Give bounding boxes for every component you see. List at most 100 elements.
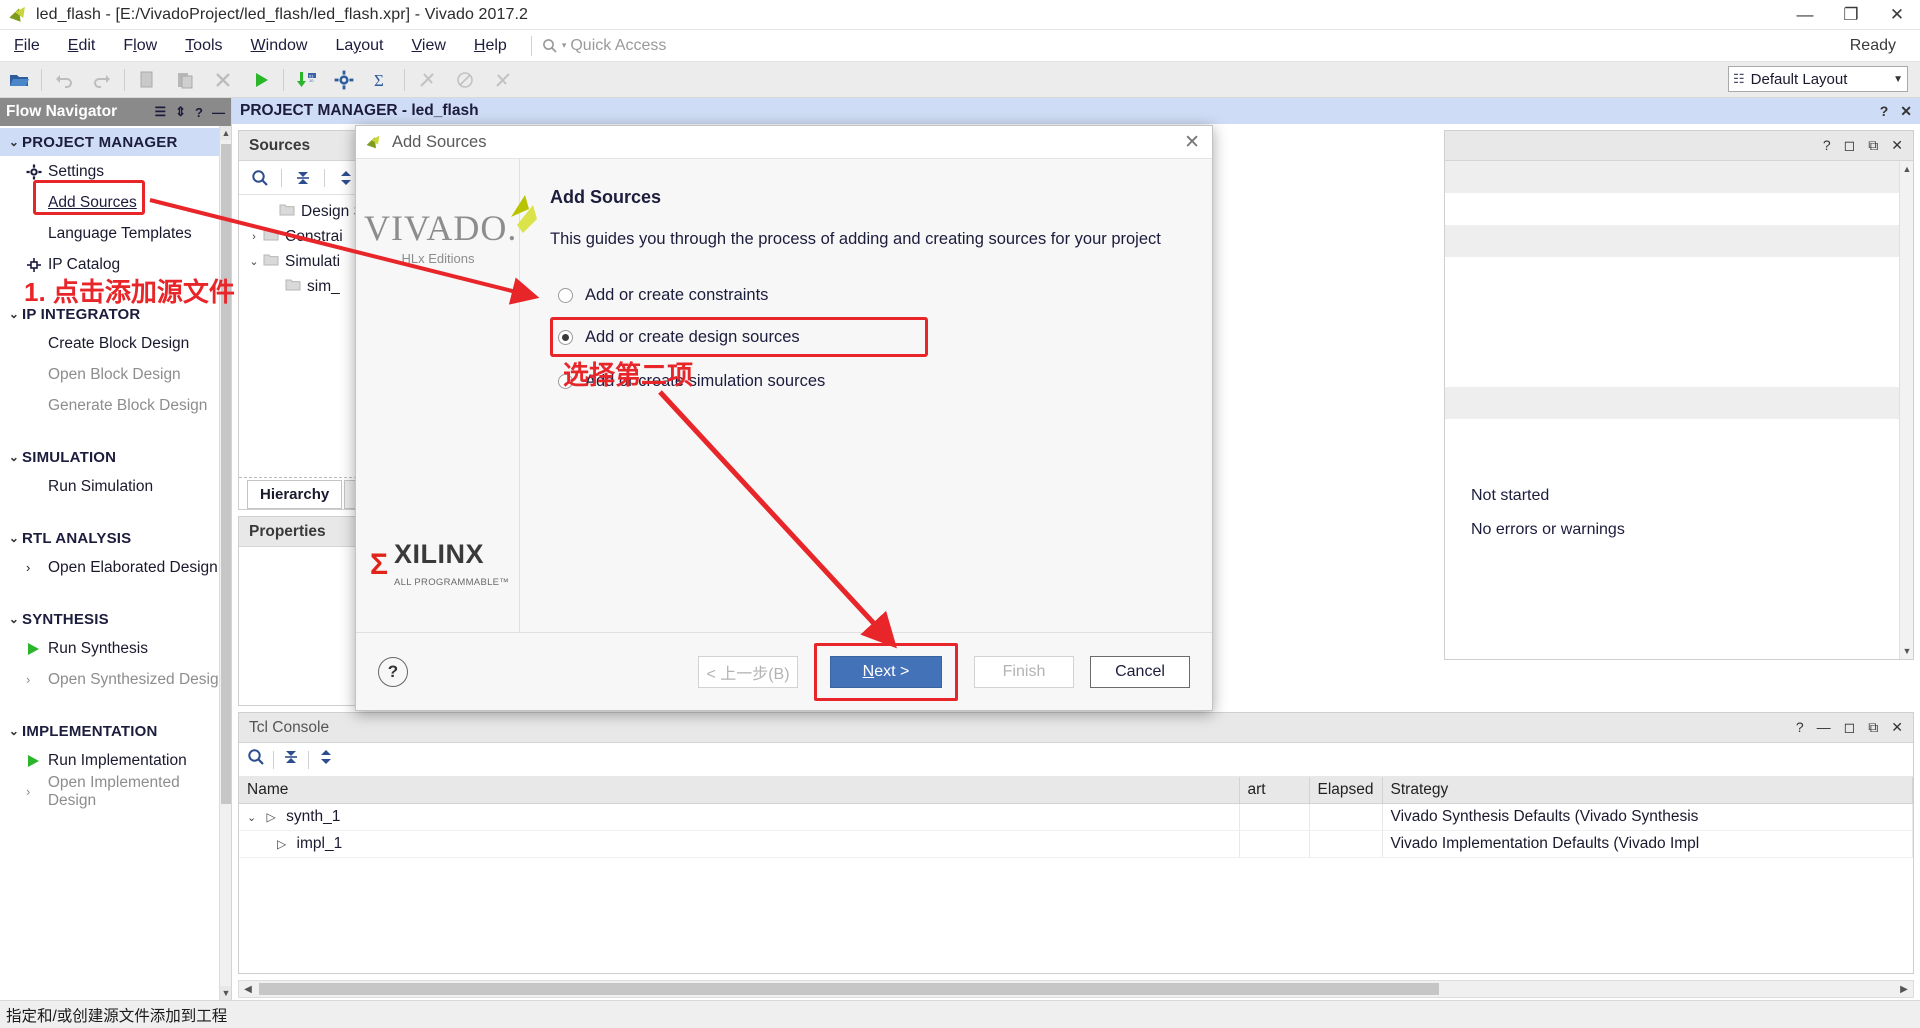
column-start[interactable]: art (1239, 777, 1310, 804)
cancel-button[interactable]: Cancel (1090, 655, 1190, 688)
scroll-down-icon[interactable]: ▼ (220, 986, 231, 1000)
settings-gear-icon[interactable] (329, 65, 359, 95)
collapse-all-icon[interactable]: ☰ (154, 104, 166, 120)
finish-button[interactable]: Finish (974, 655, 1074, 688)
expand-all-icon[interactable] (317, 748, 335, 771)
dialog-description: This guides you through the process of a… (550, 230, 1161, 248)
radio-icon[interactable] (558, 329, 573, 345)
sidebar-item-open-implemented-design[interactable]: › Open Implemented Design (0, 774, 231, 809)
sort-icon[interactable]: ⇕ (175, 104, 186, 120)
menu-help[interactable]: Help (460, 33, 521, 59)
flow-group-project-manager[interactable]: ⌄ PROJECT MANAGER (0, 128, 231, 156)
sidebar-scrollbar[interactable]: ▲ ▼ (219, 126, 231, 1000)
sidebar-item-run-implementation[interactable]: Run Implementation (0, 745, 231, 776)
sidebar-item-open-synthesized-design[interactable]: › Open Synthesized Design (0, 664, 231, 695)
flow-group-rtl-analysis[interactable]: ⌄ RTL ANALYSIS (0, 524, 231, 552)
back-button[interactable]: < 上一步(B) (698, 655, 798, 688)
menu-window[interactable]: Window (237, 33, 322, 59)
sum-report-icon[interactable]: Σ (367, 65, 397, 95)
menu-layout[interactable]: Layout (321, 33, 397, 59)
flow-group-synthesis[interactable]: ⌄ SYNTHESIS (0, 605, 231, 633)
column-elapsed[interactable]: Elapsed (1309, 777, 1383, 804)
close-icon[interactable]: ✕ (1891, 719, 1903, 736)
run-icon[interactable] (246, 65, 276, 95)
next-button[interactable]: Next > (830, 655, 942, 688)
search-icon[interactable] (247, 748, 265, 771)
column-name[interactable]: Name (239, 777, 1240, 804)
scrollbar-thumb[interactable] (221, 144, 231, 804)
undo-icon[interactable] (49, 65, 79, 95)
scroll-up-icon[interactable]: ▲ (220, 126, 231, 140)
tab-hierarchy[interactable]: Hierarchy (247, 480, 343, 509)
radio-icon[interactable] (558, 287, 573, 303)
paste-icon[interactable] (170, 65, 200, 95)
flow-group-label: RTL ANALYSIS (22, 529, 132, 547)
minimize-icon[interactable]: — (1817, 719, 1831, 736)
sidebar-item-create-block-design[interactable]: Create Block Design (0, 328, 231, 359)
scroll-left-icon[interactable]: ◀ (239, 984, 257, 995)
quick-access-box[interactable]: ▾ Quick Access (538, 37, 666, 55)
sidebar-item-run-simulation[interactable]: Run Simulation (0, 471, 231, 502)
sidebar-item-run-synthesis[interactable]: Run Synthesis (0, 633, 231, 664)
help-icon[interactable]: ? (1880, 103, 1889, 119)
menu-view[interactable]: View (398, 33, 460, 59)
open-project-icon[interactable] (4, 65, 34, 95)
next-button-highlight: Next > (814, 642, 958, 701)
table-row[interactable]: ▷ impl_1 Vivado Implementation Defaults … (239, 830, 1914, 858)
minimize-button[interactable]: — (1782, 0, 1828, 30)
flow-group-simulation[interactable]: ⌄ SIMULATION (0, 443, 231, 471)
delete-icon[interactable] (208, 65, 238, 95)
restore-icon[interactable]: ◻ (1844, 137, 1856, 154)
scrollbar-thumb[interactable] (259, 983, 1439, 995)
dialog-branding-panel: VIVADO. HLx Editions Σ XILINX ALL PROGRA… (356, 159, 538, 632)
chevron-right-icon[interactable]: › (245, 231, 263, 243)
tcl-toolbar (239, 743, 1913, 777)
cell-strategy: Vivado Synthesis Defaults (Vivado Synthe… (1382, 803, 1914, 831)
menu-file[interactable]: File (0, 33, 54, 59)
minimize-panel-icon[interactable]: — (212, 105, 225, 120)
menu-tools[interactable]: Tools (171, 33, 236, 59)
sidebar-item-language-templates[interactable]: Language Templates (0, 218, 231, 249)
layout-selector[interactable]: ☷ Default Layout ▼ (1728, 66, 1908, 92)
column-strategy[interactable]: Strategy (1382, 777, 1914, 804)
maximize-button[interactable]: ❐ (1828, 0, 1874, 30)
chevron-down-icon: ⌄ (8, 724, 20, 738)
chevron-down-icon[interactable]: ⌄ (245, 255, 263, 268)
run-status-scrollbar[interactable]: ▲ ▼ (1899, 161, 1913, 659)
flow-group-implementation[interactable]: ⌄ IMPLEMENTATION (0, 717, 231, 745)
scroll-up-icon[interactable]: ▲ (1900, 161, 1914, 177)
search-icon[interactable] (247, 165, 273, 191)
scroll-right-icon[interactable]: ▶ (1895, 984, 1913, 995)
search-icon (542, 38, 558, 54)
sidebar-item-open-block-design[interactable]: Open Block Design (0, 359, 231, 390)
table-row[interactable]: ⌄ ▷ synth_1 Vivado Synthesis Defaults (V… (239, 803, 1914, 831)
horizontal-scrollbar[interactable]: ◀ ▶ (238, 980, 1914, 998)
copy-icon[interactable] (132, 65, 162, 95)
close-button[interactable]: ✕ (1874, 0, 1920, 30)
radio-option-constraints[interactable]: Add or create constraints (550, 279, 1182, 311)
help-button[interactable]: ? (378, 656, 408, 687)
help-icon[interactable]: ? (1796, 719, 1804, 736)
collapse-all-icon[interactable] (290, 165, 316, 191)
help-icon[interactable]: ? (1823, 137, 1831, 154)
scroll-down-icon[interactable]: ▼ (1900, 643, 1914, 659)
sidebar-item-generate-block-design[interactable]: Generate Block Design (0, 390, 231, 421)
flow-navigator-title: Flow Navigator (6, 103, 118, 120)
download-bitstream-icon[interactable]: 01 10 (291, 65, 321, 95)
radio-option-design-sources[interactable]: Add or create design sources (550, 317, 928, 357)
vivado-logo-subtitle: HLx Editions (401, 251, 475, 266)
close-icon[interactable]: ✕ (1900, 103, 1912, 120)
sidebar-item-open-elaborated-design[interactable]: › Open Elaborated Design (0, 552, 231, 583)
menu-flow[interactable]: Flow (109, 33, 171, 59)
chevron-down-icon: ⌄ (8, 612, 20, 626)
restore-icon[interactable]: ◻ (1844, 719, 1856, 736)
float-icon[interactable]: ⧉ (1868, 137, 1878, 154)
menu-edit[interactable]: Edit (54, 33, 110, 59)
dialog-close-icon[interactable]: ✕ (1184, 131, 1200, 154)
chevron-right-icon: › (26, 784, 31, 799)
float-icon[interactable]: ⧉ (1868, 719, 1878, 736)
help-icon[interactable]: ? (195, 105, 203, 120)
collapse-all-icon[interactable] (282, 748, 300, 771)
redo-icon[interactable] (87, 65, 117, 95)
close-icon[interactable]: ✕ (1891, 137, 1903, 154)
